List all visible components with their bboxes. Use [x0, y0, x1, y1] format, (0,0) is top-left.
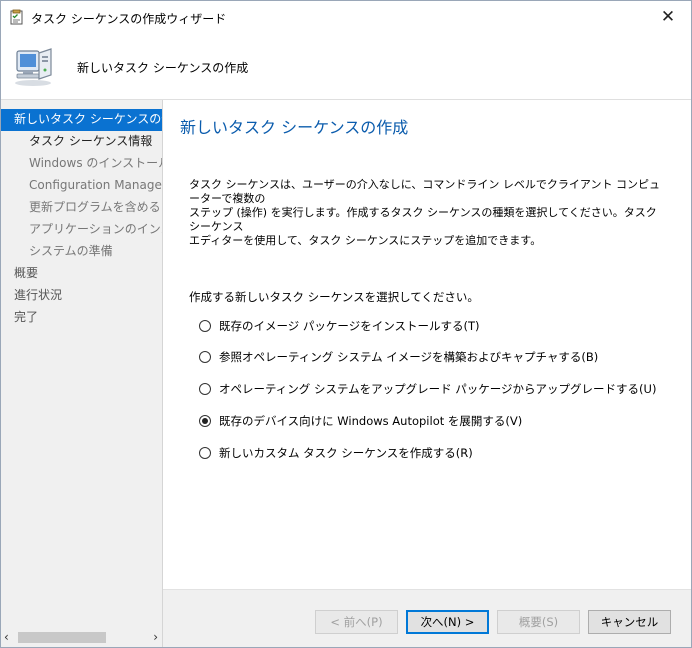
title-bar: タスク シーケンスの作成ウィザード ✕ [1, 1, 691, 33]
option-label: 新しいカスタム タスク シーケンスを作成する(R) [219, 446, 473, 460]
header-title: 新しいタスク シーケンスの作成 [77, 61, 249, 75]
option-label: 既存のデバイス向けに Windows Autopilot を展開する(V) [219, 414, 523, 428]
selection-prompt: 作成する新しいタスク シーケンスを選択してください。 [189, 290, 479, 304]
wizard-content: 新しいタスク シーケンスの作成 タスク シーケンスは、ユーザーの介入なしに、コマ… [163, 100, 691, 600]
option-custom-task-sequence[interactable]: 新しいカスタム タスク シーケンスを作成する(R) [199, 443, 473, 463]
nav-step-task-sequence-info[interactable]: タスク シーケンス情報 [29, 131, 152, 153]
close-button[interactable]: ✕ [645, 1, 691, 33]
scroll-right-icon[interactable]: › [153, 629, 158, 646]
nav-step-system-preparation[interactable]: システムの準備 [29, 241, 113, 263]
nav-horizontal-scrollbar[interactable]: ‹ › [1, 629, 162, 646]
option-label: オペレーティング システムをアップグレード パッケージからアップグレードする(U… [219, 382, 657, 396]
option-label: 既存のイメージ パッケージをインストールする(T) [219, 319, 480, 333]
scroll-left-icon[interactable]: ‹ [4, 629, 9, 646]
radio-button[interactable] [199, 351, 211, 363]
description-text: タスク シーケンスは、ユーザーの介入なしに、コマンドライン レベルでクライアント… [189, 178, 660, 247]
option-install-existing-image[interactable]: 既存のイメージ パッケージをインストールする(T) [199, 316, 479, 336]
wizard-header: 新しいタスク シーケンスの作成 [1, 33, 691, 100]
option-deploy-autopilot[interactable]: 既存のデバイス向けに Windows Autopilot を展開する(V) [199, 411, 522, 431]
option-label: 参照オペレーティング システム イメージを構築およびキャプチャする(B) [219, 350, 599, 364]
close-icon: ✕ [660, 7, 676, 27]
summary-button[interactable]: 概要(S) [497, 610, 580, 634]
nav-step-progress[interactable]: 進行状況 [14, 285, 62, 307]
page-title: 新しいタスク シーケンスの作成 [180, 118, 409, 137]
radio-button[interactable] [199, 320, 211, 332]
option-upgrade-os[interactable]: オペレーティング システムをアップグレード パッケージからアップグレードする(U… [199, 379, 656, 399]
nav-step-include-updates[interactable]: 更新プログラムを含める [29, 197, 161, 219]
scrollbar-thumb[interactable] [18, 632, 106, 643]
nav-step-configuration-manager[interactable]: Configuration Manager の [29, 175, 162, 197]
task-sequence-icon [9, 9, 25, 25]
radio-button[interactable] [199, 383, 211, 395]
nav-step-summary[interactable]: 概要 [14, 263, 38, 285]
radio-button-selected[interactable] [199, 415, 211, 427]
cancel-button[interactable]: キャンセル [588, 610, 671, 634]
next-button[interactable]: 次へ(N) > [406, 610, 489, 634]
wizard-window: タスク シーケンスの作成ウィザード ✕ 新しいタスク シーケンスの作成 新しいタ… [0, 0, 692, 648]
back-button[interactable]: < 前へ(P) [315, 610, 398, 634]
wizard-step-nav: 新しいタスク シーケンスの作成 タスク シーケンス情報 Windows のインス… [1, 100, 163, 647]
option-build-and-capture[interactable]: 参照オペレーティング システム イメージを構築およびキャプチャする(B) [199, 347, 598, 367]
window-title: タスク シーケンスの作成ウィザード [31, 12, 227, 26]
wizard-footer: < 前へ(P) 次へ(N) > 概要(S) キャンセル [163, 589, 691, 647]
radio-button[interactable] [199, 447, 211, 459]
nav-step-install-applications[interactable]: アプリケーションのインストール [29, 219, 162, 241]
computer-icon [11, 41, 61, 91]
nav-step-install-windows[interactable]: Windows のインストール [29, 153, 162, 175]
nav-step-create-task-sequence[interactable]: 新しいタスク シーケンスの作成 [1, 109, 162, 131]
nav-step-completion[interactable]: 完了 [14, 307, 38, 329]
